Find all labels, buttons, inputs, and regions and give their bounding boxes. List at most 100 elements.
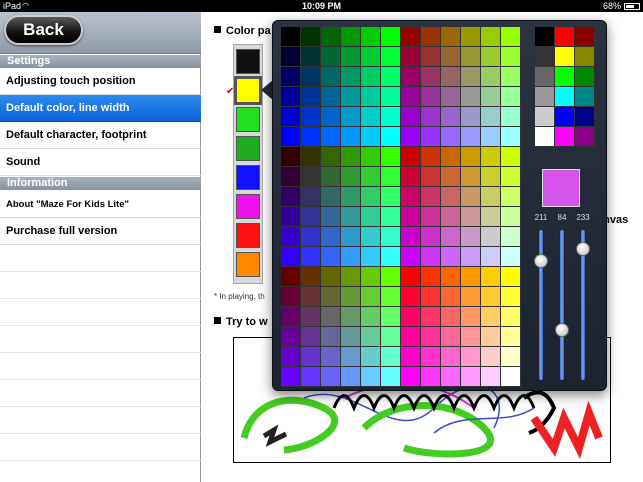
color-cell[interactable] xyxy=(341,227,361,247)
color-cell[interactable] xyxy=(461,227,481,247)
color-cell[interactable] xyxy=(341,147,361,167)
color-cell[interactable] xyxy=(361,287,381,307)
color-cell[interactable] xyxy=(501,207,521,227)
color-cell[interactable] xyxy=(481,127,501,147)
color-cell[interactable] xyxy=(421,367,441,387)
basic-color-cell[interactable] xyxy=(535,87,555,107)
color-cell[interactable] xyxy=(281,147,301,167)
color-cell[interactable] xyxy=(281,367,301,387)
red-slider-knob[interactable] xyxy=(534,253,548,268)
color-cell[interactable] xyxy=(361,27,381,47)
color-cell[interactable] xyxy=(301,227,321,247)
color-cell[interactable] xyxy=(341,27,361,47)
sidebar-item-default-character[interactable]: Default character, footprint xyxy=(0,122,201,149)
color-cell[interactable] xyxy=(381,167,401,187)
color-cell[interactable] xyxy=(481,247,501,267)
color-cell[interactable] xyxy=(461,327,481,347)
color-cell[interactable] xyxy=(501,267,521,287)
color-cell[interactable] xyxy=(361,87,381,107)
color-cell[interactable] xyxy=(281,247,301,267)
color-cell[interactable] xyxy=(401,247,421,267)
color-cell[interactable] xyxy=(321,367,341,387)
color-cell[interactable] xyxy=(461,167,481,187)
basic-color-cell[interactable] xyxy=(575,87,595,107)
blue-slider[interactable] xyxy=(576,229,590,381)
color-cell[interactable] xyxy=(381,67,401,87)
color-cell[interactable] xyxy=(321,27,341,47)
color-cell[interactable] xyxy=(441,127,461,147)
palette-swatch[interactable] xyxy=(236,252,260,277)
color-cell[interactable] xyxy=(361,147,381,167)
color-cell[interactable] xyxy=(461,207,481,227)
color-cell[interactable] xyxy=(321,207,341,227)
color-cell[interactable] xyxy=(421,307,441,327)
color-cell[interactable] xyxy=(381,327,401,347)
color-cell[interactable] xyxy=(341,307,361,327)
color-cell[interactable] xyxy=(401,287,421,307)
color-cell[interactable] xyxy=(461,287,481,307)
color-cell[interactable] xyxy=(501,307,521,327)
color-cell[interactable] xyxy=(281,267,301,287)
color-cell[interactable] xyxy=(321,187,341,207)
color-cell[interactable] xyxy=(441,247,461,267)
color-cell[interactable] xyxy=(341,207,361,227)
color-cell[interactable] xyxy=(421,187,441,207)
color-cell[interactable] xyxy=(301,27,321,47)
color-cell[interactable] xyxy=(301,147,321,167)
color-cell[interactable] xyxy=(501,47,521,67)
color-cell[interactable] xyxy=(301,107,321,127)
color-cell[interactable] xyxy=(301,327,321,347)
color-cell[interactable] xyxy=(401,47,421,67)
color-cell[interactable] xyxy=(481,167,501,187)
color-cell[interactable] xyxy=(381,87,401,107)
color-cell[interactable] xyxy=(381,247,401,267)
color-cell[interactable] xyxy=(321,67,341,87)
color-cell[interactable] xyxy=(461,147,481,167)
color-cell[interactable] xyxy=(281,327,301,347)
color-cell[interactable] xyxy=(321,227,341,247)
color-cell[interactable] xyxy=(341,127,361,147)
color-cell[interactable] xyxy=(421,327,441,347)
color-cell[interactable] xyxy=(501,347,521,367)
color-cell[interactable] xyxy=(401,347,421,367)
color-cell[interactable] xyxy=(461,87,481,107)
color-cell[interactable] xyxy=(401,227,421,247)
color-cell[interactable] xyxy=(441,327,461,347)
color-cell[interactable] xyxy=(501,87,521,107)
color-cell[interactable] xyxy=(381,27,401,47)
color-cell[interactable] xyxy=(501,107,521,127)
basic-color-cell[interactable] xyxy=(555,67,575,87)
color-cell[interactable] xyxy=(361,187,381,207)
color-cell[interactable] xyxy=(481,87,501,107)
basic-color-cell[interactable] xyxy=(555,87,575,107)
palette-swatch[interactable] xyxy=(236,49,260,74)
color-cell[interactable] xyxy=(301,187,321,207)
color-cell[interactable] xyxy=(361,207,381,227)
color-cell[interactable] xyxy=(421,167,441,187)
color-cell[interactable] xyxy=(401,147,421,167)
color-cell[interactable] xyxy=(441,107,461,127)
basic-color-cell[interactable] xyxy=(535,127,555,147)
color-cell[interactable] xyxy=(281,187,301,207)
color-cell[interactable] xyxy=(501,67,521,87)
color-cell[interactable] xyxy=(281,127,301,147)
basic-color-cell[interactable] xyxy=(575,127,595,147)
color-cell[interactable] xyxy=(321,247,341,267)
color-cell[interactable] xyxy=(301,347,321,367)
sidebar-item-about[interactable]: About "Maze For Kids Lite" xyxy=(0,191,201,218)
palette-swatch[interactable] xyxy=(236,223,260,248)
color-cell[interactable] xyxy=(501,327,521,347)
color-cell[interactable] xyxy=(281,287,301,307)
color-cell[interactable] xyxy=(461,47,481,67)
color-cell[interactable] xyxy=(401,327,421,347)
color-cell[interactable] xyxy=(361,227,381,247)
color-cell[interactable] xyxy=(321,87,341,107)
color-cell[interactable] xyxy=(361,247,381,267)
color-cell[interactable] xyxy=(361,47,381,67)
color-cell[interactable] xyxy=(421,207,441,227)
sidebar-item-default-color[interactable]: Default color, line width xyxy=(0,95,201,122)
color-cell[interactable] xyxy=(501,167,521,187)
color-cell[interactable] xyxy=(301,207,321,227)
color-cell[interactable] xyxy=(501,187,521,207)
color-cell[interactable] xyxy=(321,267,341,287)
